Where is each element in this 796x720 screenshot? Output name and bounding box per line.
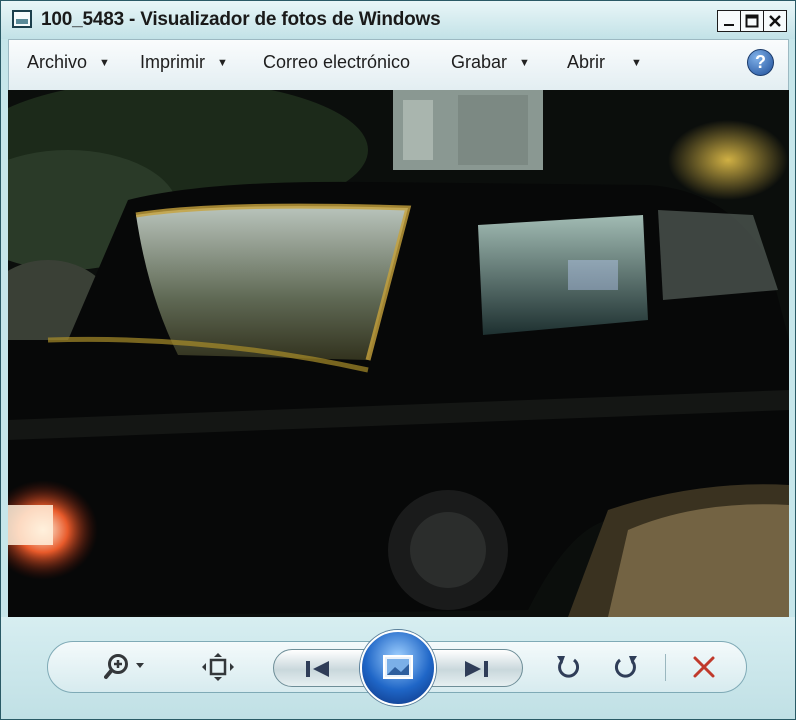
next-icon (465, 661, 488, 677)
menu-abrir[interactable]: Abrir ▼ (567, 52, 642, 73)
delete-button[interactable] (682, 642, 726, 692)
menu-grabar-label: Grabar (451, 52, 508, 72)
minimize-button[interactable] (717, 10, 741, 32)
menu-correo-label: Correo electrónico (263, 52, 411, 72)
delete-icon (693, 656, 715, 678)
rotate-clockwise-icon (615, 656, 637, 678)
previous-icon (306, 661, 329, 677)
maximize-button[interactable] (740, 10, 764, 32)
chevron-down-icon: ▼ (631, 56, 642, 69)
next-button[interactable] (446, 644, 506, 694)
previous-button[interactable] (288, 644, 348, 694)
menu-archivo-label: Archivo (27, 52, 88, 72)
photo-display[interactable] (8, 90, 789, 617)
menu-archivo[interactable]: Archivo ▼ (27, 52, 110, 73)
slideshow-button[interactable] (360, 630, 436, 706)
menu-correo-electronico[interactable]: Correo electrónico (263, 52, 410, 73)
window-controls (717, 10, 787, 32)
minimize-icon (724, 24, 734, 26)
chevron-down-icon: ▼ (99, 56, 110, 69)
photo-viewer-window: 100_5483 - Visualizador de fotos de Wind… (0, 0, 796, 720)
bottom-toolbar-area (1, 617, 795, 719)
menu-imprimir[interactable]: Imprimir ▼ (140, 52, 228, 73)
rotate-counterclockwise-icon (557, 656, 579, 678)
actual-size-icon (202, 653, 234, 681)
menu-grabar[interactable]: Grabar ▼ (451, 52, 530, 73)
help-icon[interactable]: ? (747, 49, 774, 76)
photo-image (8, 90, 789, 617)
app-icon (12, 10, 32, 28)
rotate-clockwise-button[interactable] (604, 642, 648, 692)
controls-toolbar (47, 630, 747, 706)
title-bar: 100_5483 - Visualizador de fotos de Wind… (1, 1, 795, 39)
chevron-down-icon: ▼ (217, 56, 228, 69)
close-icon (769, 15, 781, 27)
menu-imprimir-label: Imprimir (140, 52, 205, 72)
actual-size-button[interactable] (196, 642, 240, 692)
rotate-counterclockwise-button[interactable] (546, 642, 590, 692)
zoom-button[interactable] (100, 642, 156, 692)
maximize-icon (745, 14, 759, 28)
menu-bar: Archivo ▼ Imprimir ▼ Correo electrónico … (8, 39, 789, 90)
chevron-down-icon: ▼ (519, 56, 530, 69)
menu-abrir-label: Abrir (567, 52, 606, 72)
slideshow-icon (383, 655, 413, 679)
window-title: 100_5483 - Visualizador de fotos de Wind… (41, 9, 441, 30)
zoom-icon (104, 654, 144, 679)
close-button[interactable] (763, 10, 787, 32)
toolbar-divider (665, 654, 666, 681)
